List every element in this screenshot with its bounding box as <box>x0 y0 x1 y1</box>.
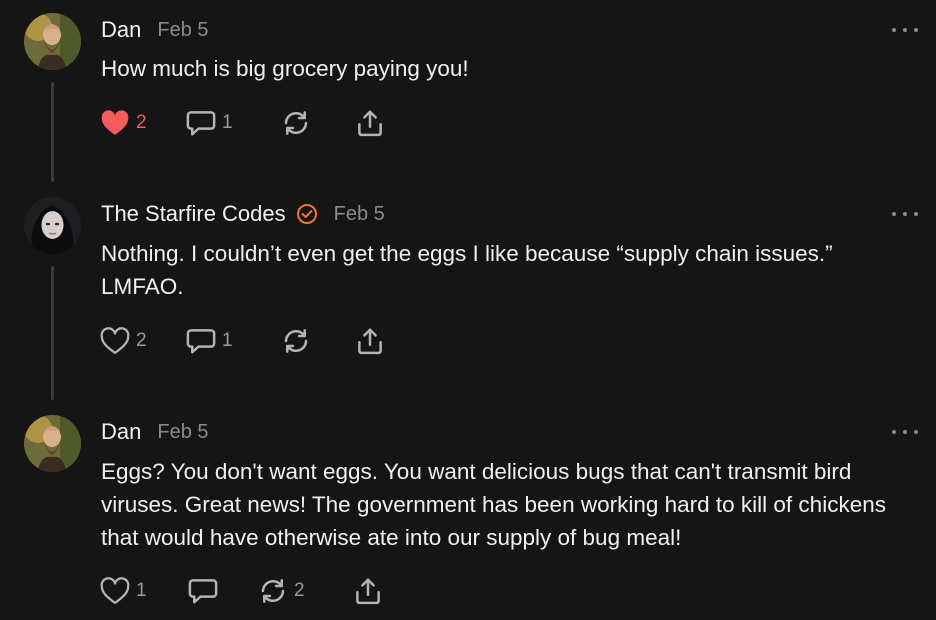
restack-arrows-icon <box>261 579 285 603</box>
like-count: 2 <box>136 330 147 351</box>
comment-button[interactable] <box>188 575 224 607</box>
share-button[interactable] <box>353 575 383 607</box>
comment-button[interactable]: 1 <box>186 107 233 139</box>
share-upload-icon <box>356 578 380 605</box>
ellipsis-icon <box>892 28 896 32</box>
post-header: Dan Feb 5 <box>101 14 209 46</box>
heart-icon <box>100 327 130 354</box>
restack-arrows-icon <box>284 329 308 353</box>
restack-button[interactable] <box>281 325 317 357</box>
post-date[interactable]: Feb 5 <box>157 421 208 444</box>
more-options-button[interactable] <box>892 208 918 220</box>
restack-button[interactable] <box>281 107 317 139</box>
post-header: Dan Feb 5 <box>101 416 209 448</box>
post-body: How much is big grocery paying you! <box>101 56 469 81</box>
like-button[interactable]: 2 <box>100 107 147 139</box>
post-body: Nothing. I couldn’t even get the eggs I … <box>101 241 833 299</box>
ellipsis-icon <box>892 212 896 216</box>
heart-icon <box>100 577 130 604</box>
avatar[interactable] <box>24 197 81 254</box>
speech-bubble-icon <box>188 579 218 604</box>
post-header: The Starfire Codes Feb 5 <box>101 198 385 230</box>
thread-line <box>51 266 54 400</box>
post-body: Eggs? You don't want eggs. You want deli… <box>101 459 886 550</box>
author-name[interactable]: Dan <box>101 419 141 445</box>
restack-arrows-icon <box>284 111 308 135</box>
like-button[interactable]: 1 <box>100 575 147 607</box>
author-name[interactable]: Dan <box>101 17 141 43</box>
post-date[interactable]: Feb 5 <box>157 19 208 42</box>
like-count: 2 <box>136 112 147 133</box>
ellipsis-icon <box>892 430 896 434</box>
comment-button[interactable]: 1 <box>186 325 233 357</box>
verified-check-icon <box>296 204 317 224</box>
like-count: 1 <box>136 580 147 601</box>
more-options-button[interactable] <box>892 426 918 438</box>
like-button[interactable]: 2 <box>100 325 147 357</box>
restack-count: 2 <box>294 580 305 601</box>
avatar[interactable] <box>24 13 81 70</box>
more-options-button[interactable] <box>892 24 918 36</box>
share-upload-icon <box>358 328 382 355</box>
restack-button[interactable]: 2 <box>258 575 305 607</box>
post-date[interactable]: Feb 5 <box>334 203 385 226</box>
speech-bubble-icon <box>186 329 216 354</box>
share-button[interactable] <box>355 107 385 139</box>
avatar[interactable] <box>24 415 81 472</box>
thread-line <box>51 82 54 182</box>
speech-bubble-icon <box>186 111 216 136</box>
share-upload-icon <box>358 110 382 137</box>
comment-count: 1 <box>222 112 233 133</box>
share-button[interactable] <box>355 325 385 357</box>
author-name[interactable]: The Starfire Codes <box>101 201 286 227</box>
comment-count: 1 <box>222 330 233 351</box>
heart-icon <box>101 110 129 135</box>
